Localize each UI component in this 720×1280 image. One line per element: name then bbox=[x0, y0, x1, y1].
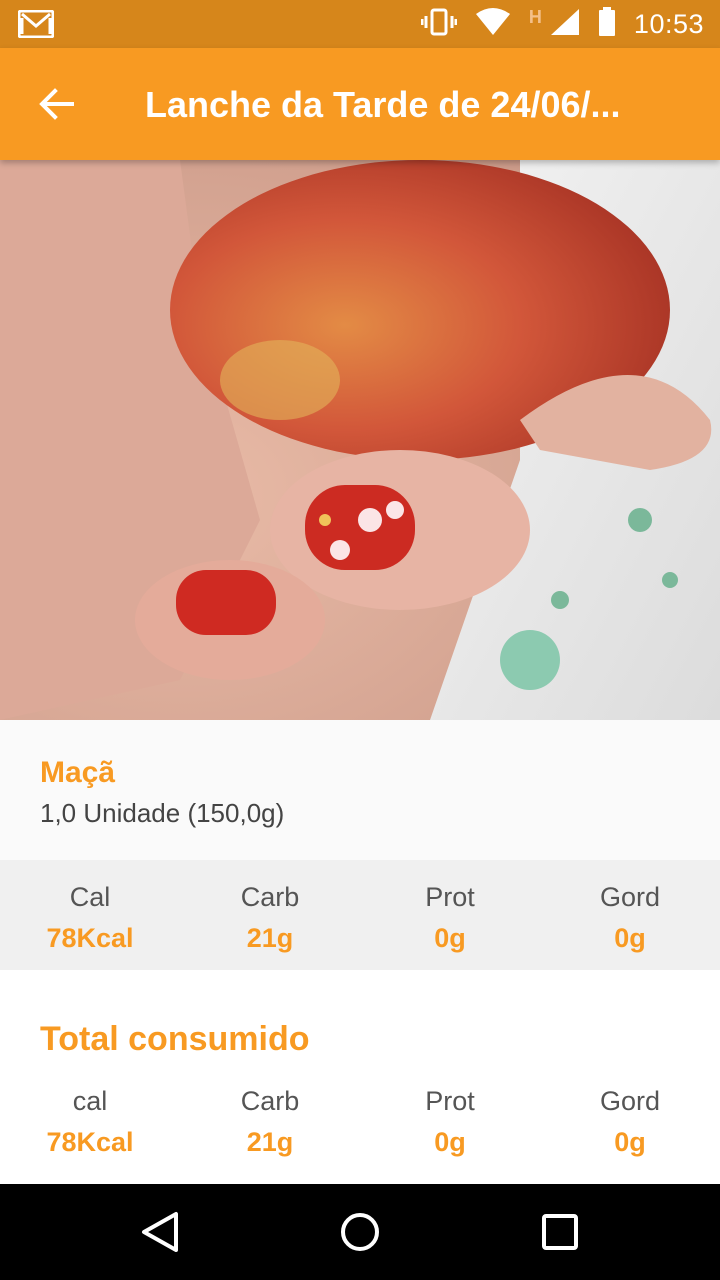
macro-value: 0g bbox=[434, 923, 466, 953]
battery-icon bbox=[598, 6, 616, 42]
macro-calories: Cal 78Kcal bbox=[0, 860, 180, 970]
total-title: Total consumido bbox=[40, 1020, 310, 1058]
macro-label: Gord bbox=[599, 882, 661, 912]
macro-value: 21g bbox=[246, 1127, 294, 1157]
app-bar: Lanche da Tarde de 24/06/... bbox=[0, 48, 720, 160]
status-clock: 10:53 bbox=[633, 8, 704, 39]
macro-protein: Prot 0g bbox=[360, 860, 540, 970]
item-macros-row: Cal 78Kcal Carb 21g Prot 0g Gord 0g bbox=[0, 860, 720, 970]
food-portion: 1,0 Unidade (150,0g) bbox=[40, 798, 285, 828]
network-type-label: H bbox=[528, 6, 542, 27]
food-item-card: Maçã 1,0 Unidade (150,0g) bbox=[0, 720, 720, 860]
system-nav-bar bbox=[0, 1184, 720, 1280]
macro-label: Prot bbox=[425, 1086, 475, 1116]
total-carbs: Carb 21g bbox=[180, 1080, 360, 1190]
total-fat: Gord 0g bbox=[540, 1080, 720, 1190]
page-title: Lanche da Tarde de 24/06/... bbox=[145, 84, 621, 125]
nav-recents-icon bbox=[542, 1214, 578, 1250]
vibrate-icon bbox=[420, 8, 458, 41]
total-calories: cal 78Kcal bbox=[0, 1080, 180, 1190]
macro-carbs: Carb 21g bbox=[180, 860, 360, 970]
macro-value: 78Kcal bbox=[46, 1127, 134, 1157]
macro-label: Carb bbox=[240, 882, 300, 912]
nav-back-icon bbox=[142, 1212, 178, 1252]
signal-icon bbox=[550, 8, 580, 41]
macro-label: Gord bbox=[599, 1086, 661, 1116]
food-name: Maçã bbox=[40, 756, 116, 789]
nav-recents-button[interactable] bbox=[536, 1208, 584, 1256]
back-button[interactable] bbox=[26, 78, 86, 130]
nav-back-button[interactable] bbox=[136, 1208, 184, 1256]
macro-value: 0g bbox=[614, 923, 646, 953]
macro-value: 0g bbox=[614, 1127, 646, 1157]
wifi-icon bbox=[475, 7, 511, 41]
back-arrow-icon bbox=[39, 88, 74, 120]
macro-fat: Gord 0g bbox=[540, 860, 720, 970]
macro-label: cal bbox=[72, 1086, 108, 1116]
nav-home-button[interactable] bbox=[336, 1208, 384, 1256]
macro-value: 21g bbox=[246, 923, 294, 953]
total-macros-row: cal 78Kcal Carb 21g Prot 0g Gord 0g bbox=[0, 1080, 720, 1190]
gmail-icon bbox=[17, 9, 55, 39]
nav-home-icon bbox=[341, 1213, 379, 1251]
macro-value: 0g bbox=[434, 1127, 466, 1157]
food-photo bbox=[0, 160, 720, 720]
macro-label: Prot bbox=[425, 882, 475, 912]
macro-label: Cal bbox=[69, 882, 111, 912]
total-protein: Prot 0g bbox=[360, 1080, 540, 1190]
macro-label: Carb bbox=[240, 1086, 300, 1116]
status-bar: H 10:53 bbox=[0, 0, 720, 48]
macro-value: 78Kcal bbox=[46, 923, 134, 953]
